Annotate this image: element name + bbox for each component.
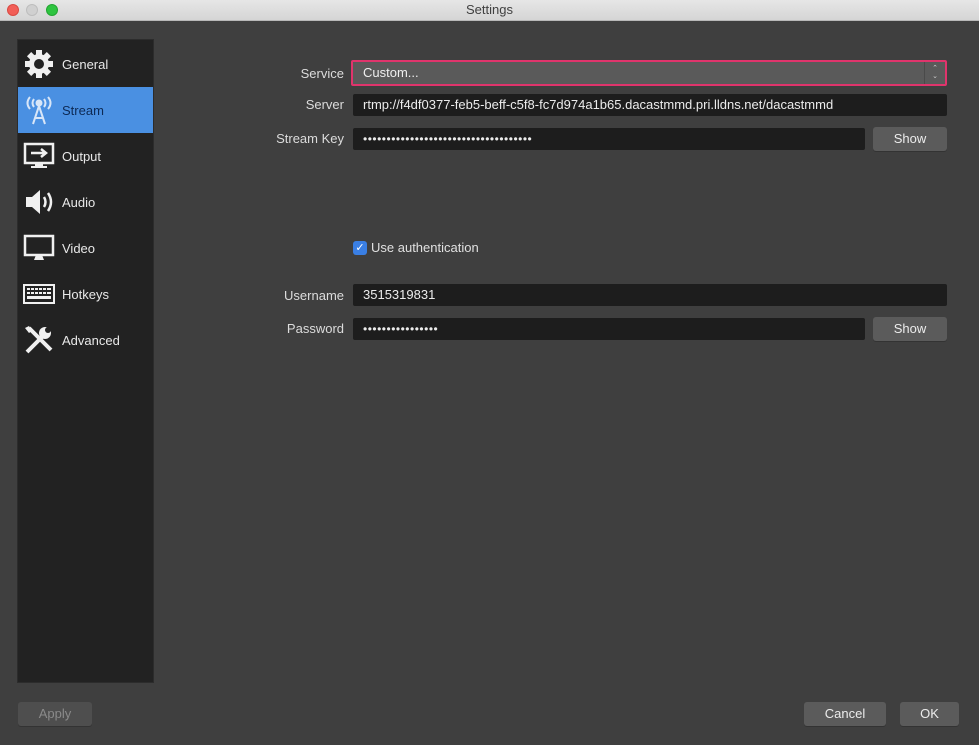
monitor-icon <box>22 231 56 265</box>
service-label: Service <box>300 66 344 81</box>
sidebar-item-label: Stream <box>62 102 104 118</box>
use-authentication-label: Use authentication <box>371 240 479 255</box>
sidebar-item-stream[interactable]: Stream <box>18 87 153 133</box>
sidebar-item-label: Hotkeys <box>62 286 109 302</box>
keyboard-icon <box>22 277 56 311</box>
gear-icon <box>22 47 56 81</box>
server-input[interactable]: rtmp://f4df0377-feb5-beff-c5f8-fc7d974a1… <box>353 94 947 116</box>
show-stream-key-button[interactable]: Show <box>873 127 947 151</box>
use-authentication-row[interactable]: ✓ Use authentication <box>353 240 479 255</box>
password-label: Password <box>286 321 344 336</box>
broadcast-tower-icon <box>22 93 56 127</box>
sidebar-item-label: General <box>62 56 109 72</box>
sidebar-item-advanced[interactable]: Advanced <box>18 317 153 363</box>
username-label: Username <box>284 288 344 303</box>
select-stepper-icon: ⌃ ⌄ <box>924 62 945 84</box>
service-value: Custom... <box>363 65 419 80</box>
output-monitor-icon <box>22 139 56 173</box>
sidebar-item-label: Output <box>62 148 102 164</box>
cancel-button[interactable]: Cancel <box>804 702 886 726</box>
tools-icon <box>22 323 56 357</box>
stream-key-label: Stream Key <box>276 131 344 146</box>
sidebar-item-audio[interactable]: Audio <box>18 179 153 225</box>
username-input[interactable]: 3515319831 <box>353 284 947 306</box>
stream-key-input[interactable]: •••••••••••••••••••••••••••••••••••• <box>353 128 865 150</box>
title-bar: Settings <box>0 0 979 21</box>
service-select[interactable]: Custom... ⌃ ⌄ <box>351 60 947 86</box>
sidebar-item-label: Advanced <box>62 332 120 348</box>
sidebar-item-hotkeys[interactable]: Hotkeys <box>18 271 153 317</box>
sidebar-item-label: Audio <box>62 194 96 210</box>
password-input[interactable]: •••••••••••••••• <box>353 318 865 340</box>
use-authentication-checkbox[interactable]: ✓ <box>353 240 367 255</box>
sidebar-item-label: Video <box>62 240 96 256</box>
show-password-button[interactable]: Show <box>873 317 947 341</box>
settings-sidebar: General Stream Output Audio Video Hotkey… <box>18 40 153 682</box>
ok-button[interactable]: OK <box>900 702 959 726</box>
window-title: Settings <box>466 2 513 17</box>
server-label: Server <box>305 97 344 112</box>
speaker-icon <box>22 185 56 219</box>
sidebar-item-video[interactable]: Video <box>18 225 153 271</box>
apply-button[interactable]: Apply <box>18 702 92 726</box>
sidebar-item-output[interactable]: Output <box>18 133 153 179</box>
sidebar-item-general[interactable]: General <box>18 41 153 87</box>
